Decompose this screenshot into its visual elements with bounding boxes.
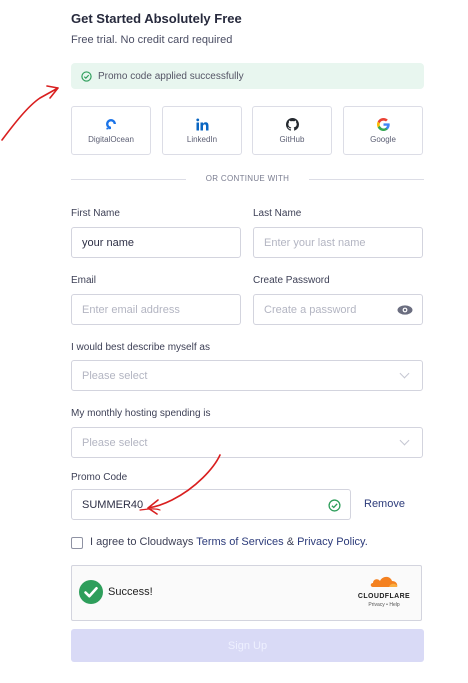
check-circle-icon — [81, 70, 92, 82]
terms-prefix: I agree to Cloudways — [90, 536, 194, 548]
github-icon — [285, 117, 299, 131]
sign-up-button[interactable]: Sign Up — [71, 629, 424, 662]
privacy-policy-link[interactable]: Privacy Policy. — [297, 536, 368, 548]
google-icon — [376, 117, 390, 131]
spending-placeholder: Please select — [82, 436, 148, 449]
terms-of-service-link[interactable]: Terms of Services — [196, 536, 283, 548]
page-subtitle: Free trial. No credit card required — [71, 34, 233, 46]
describe-label: I would best describe myself as — [71, 342, 210, 353]
or-continue-divider: OR CONTINUE WITH — [71, 174, 424, 183]
chevron-down-icon — [399, 368, 410, 379]
page-title: Get Started Absolutely Free — [71, 11, 242, 26]
promo-banner-text: Promo code applied successfully — [98, 70, 244, 82]
google-label: Google — [370, 135, 396, 144]
banner-arrow — [1, 85, 59, 141]
promo-code-value: SUMMER40 — [82, 498, 144, 511]
linkedin-label: LinkedIn — [186, 135, 218, 144]
promo-success-banner: Promo code applied successfully — [71, 63, 424, 89]
last-name-label: Last Name — [253, 208, 302, 219]
digitalocean-label: DigitalOcean — [88, 135, 134, 144]
github-button[interactable]: GitHub — [252, 106, 332, 155]
eye-icon[interactable] — [397, 305, 413, 315]
chevron-down-icon — [399, 435, 410, 446]
cloudflare-help-link[interactable]: Help — [389, 602, 399, 608]
cloudflare-cloud-icon — [370, 576, 398, 587]
google-button[interactable]: Google — [343, 106, 423, 155]
cloudflare-links: Privacy • Help — [353, 602, 415, 608]
digitalocean-button[interactable]: DigitalOcean — [71, 106, 151, 155]
first-name-value: your name — [82, 236, 134, 249]
promo-code-input[interactable]: SUMMER40 — [71, 489, 351, 520]
describe-placeholder: Please select — [82, 369, 148, 382]
digitalocean-icon — [106, 119, 116, 130]
check-circle-icon — [328, 499, 341, 512]
email-input[interactable]: Enter email address — [71, 294, 241, 325]
cloudflare-wordmark: CLOUDFLARE — [357, 593, 411, 600]
password-placeholder: Create a password — [264, 303, 357, 316]
email-label: Email — [71, 275, 97, 286]
spending-label: My monthly hosting spending is — [71, 408, 211, 419]
first-name-input[interactable]: your name — [71, 227, 241, 258]
password-label: Create Password — [253, 275, 330, 286]
linkedin-icon — [195, 118, 208, 130]
github-label: GitHub — [279, 135, 305, 144]
email-placeholder: Enter email address — [82, 303, 180, 316]
captcha-status: Success! — [108, 586, 153, 598]
terms-checkbox[interactable] — [71, 537, 83, 549]
divider-text: OR CONTINUE WITH — [205, 174, 290, 183]
last-name-input[interactable]: Enter your last name — [253, 227, 423, 258]
password-input[interactable]: Create a password — [253, 294, 423, 325]
describe-select[interactable]: Please select — [71, 360, 423, 391]
cloudflare-link-separator: • — [386, 602, 388, 608]
last-name-placeholder: Enter your last name — [264, 236, 366, 249]
promo-code-label: Promo Code — [71, 472, 128, 483]
linkedin-button[interactable]: LinkedIn — [162, 106, 242, 155]
spending-select[interactable]: Please select — [71, 427, 423, 458]
terms-text: I agree to Cloudways Terms of Services &… — [90, 536, 368, 548]
first-name-label: First Name — [71, 208, 120, 219]
success-check-icon — [79, 580, 103, 604]
cloudflare-privacy-link[interactable]: Privacy — [368, 602, 384, 608]
remove-promo-link[interactable]: Remove — [364, 498, 405, 510]
cloudflare-badge: CLOUDFLARE Privacy • Help — [353, 574, 415, 608]
terms-amp: & — [286, 536, 295, 548]
cloudflare-captcha: Success! CLOUDFLARE Privacy • Help — [71, 565, 422, 621]
